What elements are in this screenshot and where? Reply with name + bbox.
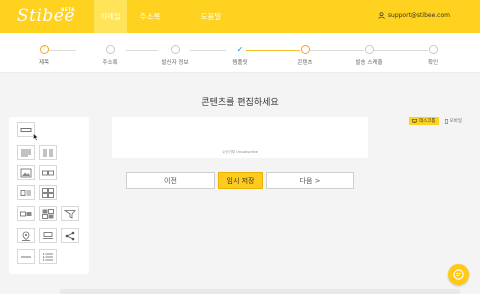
step-address-book-status-icon xyxy=(105,45,115,54)
prev-button[interactable]: 이전 xyxy=(126,172,215,189)
horizontal-scrollbar[interactable] xyxy=(60,289,460,294)
image-grid-block-icon[interactable] xyxy=(39,185,57,200)
step-schedule[interactable]: 발송 스케줄 xyxy=(339,45,399,66)
next-button[interactable]: 다음 > xyxy=(266,172,354,189)
step-content-status-icon xyxy=(300,45,310,54)
image-text-block-icon[interactable] xyxy=(17,185,35,200)
save-draft-button[interactable]: 임시 저장 xyxy=(218,172,263,189)
action-buttons: 이전 임시 저장 다음 > xyxy=(126,172,354,189)
desktop-view-label: 데스크톱 xyxy=(419,119,436,124)
mobile-icon xyxy=(444,118,448,124)
step-confirm-label: 확인 xyxy=(427,60,439,66)
beta-badge: BETA xyxy=(61,8,75,13)
image-caption-block-icon[interactable] xyxy=(39,228,57,243)
video-block-icon[interactable] xyxy=(61,206,79,221)
text-block-icon[interactable] xyxy=(17,145,35,160)
prev-button-label: 이전 xyxy=(164,176,177,185)
two-column-text-block-icon[interactable] xyxy=(39,145,57,160)
save-draft-button-label: 임시 저장 xyxy=(226,176,255,185)
desktop-view-button[interactable]: 데스크톱 xyxy=(409,117,439,125)
image-grid-2-block-icon[interactable] xyxy=(39,206,57,221)
step-schedule-status-icon xyxy=(364,45,374,54)
chat-icon xyxy=(453,269,464,280)
image-group-block-icon[interactable] xyxy=(39,165,57,180)
list-block-icon[interactable] xyxy=(39,249,57,264)
mobile-view-button[interactable]: 모바일 xyxy=(442,117,465,125)
email-content-editor[interactable]: 수신거부 Unsubscribe xyxy=(112,117,368,158)
user-icon xyxy=(378,12,385,19)
view-toggle: 데스크톱 모바일 xyxy=(409,117,465,125)
step-title-status-icon: ! xyxy=(39,45,49,54)
step-address-book-label: 주소록 xyxy=(102,60,118,66)
step-sender-info[interactable]: 발신자 정보 xyxy=(145,45,205,66)
nav-email[interactable]: 이메일 xyxy=(94,0,127,33)
nav-email-label: 이메일 xyxy=(100,12,121,21)
step-template[interactable]: ✓ 템플릿 xyxy=(210,45,270,66)
image-block-icon[interactable] xyxy=(17,165,35,180)
step-template-label: 템플릿 xyxy=(232,60,248,66)
user-account-menu[interactable]: support@stibee.com xyxy=(378,12,450,19)
step-title-label: 제목 xyxy=(38,60,50,66)
nav-help[interactable]: 도움말 xyxy=(190,0,232,33)
nav-help-label: 도움말 xyxy=(200,12,222,21)
nav-address-book-label: 주소록 xyxy=(139,12,161,21)
step-schedule-label: 발송 스케줄 xyxy=(355,60,383,66)
user-email: support@stibee.com xyxy=(387,12,450,19)
step-confirm-status-icon xyxy=(428,45,438,54)
step-content[interactable]: 콘텐츠 xyxy=(275,45,335,66)
unsubscribe-link[interactable]: 수신거부 Unsubscribe xyxy=(112,150,368,155)
image-text-row-block-icon[interactable] xyxy=(17,206,35,221)
divider-block-icon[interactable] xyxy=(17,249,35,264)
step-content-label: 콘텐츠 xyxy=(297,60,313,66)
mouse-cursor-icon xyxy=(33,133,39,141)
check-icon: ✓ xyxy=(236,45,244,54)
mobile-view-label: 모바일 xyxy=(449,119,462,124)
page-title: 콘텐츠를 편집하세요 xyxy=(201,98,279,108)
top-navigation-bar: Stibee BETA 이메일 주소록 도움말 support@stibee.c… xyxy=(0,0,480,33)
nav-address-book[interactable]: 주소록 xyxy=(130,0,170,33)
step-title[interactable]: ! 제목 xyxy=(14,45,74,66)
step-sender-info-label: 발신자 정보 xyxy=(161,60,189,66)
next-button-label: 다음 > xyxy=(299,176,321,185)
chat-support-button[interactable] xyxy=(448,264,469,285)
step-sender-info-status-icon xyxy=(170,45,180,54)
content-block-panel xyxy=(9,117,89,274)
desktop-icon xyxy=(412,119,417,123)
step-address-book[interactable]: 주소록 xyxy=(80,45,140,66)
share-block-icon[interactable] xyxy=(61,228,79,243)
progress-stepper: ! 제목 주소록 발신자 정보 ✓ 템플릿 콘텐츠 발송 스케줄 확인 xyxy=(0,33,480,73)
step-confirm[interactable]: 확인 xyxy=(403,45,463,66)
map-block-icon[interactable] xyxy=(17,228,35,243)
